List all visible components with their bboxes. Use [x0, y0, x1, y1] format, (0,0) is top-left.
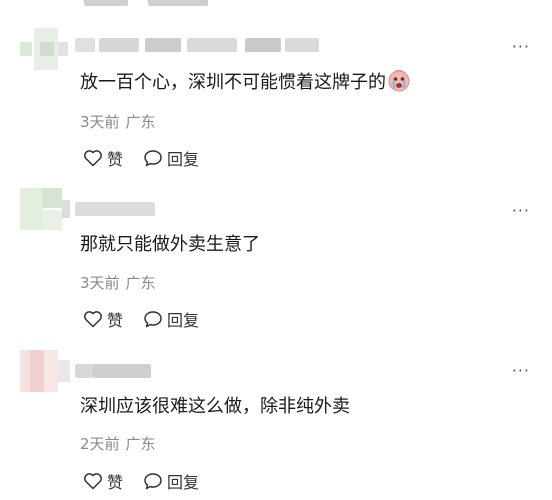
- like-label: 赞: [107, 150, 124, 169]
- username-blurred[interactable]: [75, 360, 175, 382]
- speech-bubble-icon: [144, 150, 162, 167]
- like-button[interactable]: 赞: [83, 146, 123, 170]
- comment-meta: 3天前 广东: [80, 112, 156, 132]
- more-options-button[interactable]: ···: [512, 202, 530, 220]
- comment-time: 2天前: [80, 435, 120, 453]
- heart-outline-icon: [84, 311, 102, 328]
- more-options-button[interactable]: ···: [512, 362, 530, 380]
- avatar[interactable]: [20, 28, 70, 70]
- like-button[interactable]: 赞: [83, 469, 123, 493]
- comment-location: 广东: [125, 274, 156, 292]
- comment-time: 3天前: [80, 274, 120, 292]
- like-label: 赞: [107, 473, 124, 492]
- comment-actions: 赞 回复: [83, 147, 219, 169]
- reply-label: 回复: [167, 311, 200, 330]
- more-options-button[interactable]: ···: [512, 38, 530, 56]
- speech-bubble-icon: [144, 311, 162, 328]
- avatar[interactable]: [20, 350, 70, 392]
- reply-label: 回复: [167, 473, 200, 492]
- heart-outline-icon: [84, 150, 102, 167]
- comment-location: 广东: [125, 113, 156, 131]
- comment-location: 广东: [125, 435, 156, 453]
- comment-time: 3天前: [80, 113, 120, 131]
- avatar[interactable]: [20, 188, 70, 230]
- comment-text: 放一百个心，深圳不可能惯着这牌子的: [80, 69, 410, 96]
- username-blurred[interactable]: [75, 198, 165, 220]
- previous-comment-actions-fragment: [0, 0, 552, 8]
- username-blurred[interactable]: [75, 34, 325, 56]
- comment-text: 深圳应该很难这么做，除非纯外卖: [80, 396, 350, 417]
- heart-outline-icon: [84, 473, 102, 490]
- like-button[interactable]: 赞: [83, 307, 123, 331]
- crying-face-emoji-icon: [388, 69, 410, 92]
- reply-button[interactable]: 回复: [143, 307, 199, 331]
- comment-actions: 赞 回复: [83, 470, 219, 492]
- reply-label: 回复: [167, 150, 200, 169]
- like-label: 赞: [107, 311, 124, 330]
- speech-bubble-icon: [144, 473, 162, 490]
- reply-button[interactable]: 回复: [143, 469, 199, 493]
- reply-button[interactable]: 回复: [143, 146, 199, 170]
- comment-text: 那就只能做外卖生意了: [80, 234, 260, 255]
- comment-actions: 赞 回复: [83, 308, 219, 330]
- comment-meta: 3天前 广东: [80, 273, 156, 293]
- comment-meta: 2天前 广东: [80, 434, 156, 454]
